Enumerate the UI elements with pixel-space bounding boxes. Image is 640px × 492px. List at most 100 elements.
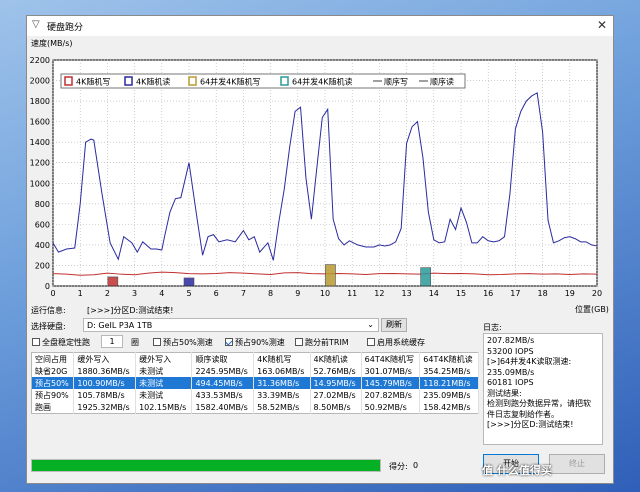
log-line: 件日志复制给作者。 xyxy=(487,409,559,419)
x-tick-label: 4 xyxy=(159,289,164,298)
x-tick-label: 3 xyxy=(132,289,137,298)
x-tick-label: 12 xyxy=(374,289,384,298)
table-cell: 163.06MB/s xyxy=(253,365,311,377)
table-cell: 1925.32MB/s xyxy=(73,401,137,414)
table-cell: 105.78MB/s xyxy=(73,389,137,401)
log-label: 日志: xyxy=(483,323,502,332)
table-row[interactable]: 跑画 1925.32MB/s 102.15MB/s 1582.40MB/s 58.52M… xyxy=(31,401,479,414)
x-tick-label: 10 xyxy=(320,289,330,298)
table-cell: 301.07MB/s xyxy=(361,365,421,377)
table-cell: 158.42MB/s xyxy=(419,401,479,414)
results-table: 空间占用 缓外写入 缓外写入 顺序读取 4K随机写 4K随机读 64T4K随机写 64T4K随… xyxy=(31,352,479,414)
cache-checkbox[interactable] xyxy=(367,338,375,346)
y-tick-label: 0 xyxy=(45,282,50,291)
x-tick-label: 1 xyxy=(78,289,83,298)
table-cell: 未测试 xyxy=(135,365,193,377)
full-stable-checkbox[interactable] xyxy=(32,338,40,346)
trim-checkbox[interactable] xyxy=(295,338,303,346)
score-label: 得分: xyxy=(389,462,408,471)
legend-swatch xyxy=(124,76,133,86)
chart-marker xyxy=(325,264,336,287)
legend-swatch xyxy=(188,76,197,86)
table-cell: 未测试 xyxy=(135,377,193,389)
rounds-input[interactable]: 1 xyxy=(101,335,123,348)
log-panel[interactable]: 207.82MB/s 53200 IOPS [>]64并发4K读取测速: 235.09… xyxy=(483,333,603,445)
table-cell: 14.95MB/s xyxy=(310,377,362,389)
x-tick-label: 6 xyxy=(214,289,219,298)
x-tick-label: 14 xyxy=(429,289,439,298)
pre50-checkbox[interactable] xyxy=(153,338,161,346)
table-header-cell: 缓外写入 xyxy=(135,352,193,365)
progress-bar xyxy=(31,459,381,472)
close-icon[interactable]: ✕ xyxy=(597,18,607,32)
refresh-button[interactable]: 刷新 xyxy=(381,318,407,332)
table-cell: 跑画 xyxy=(31,401,75,414)
table-cell: 354.25MB/s xyxy=(419,365,479,377)
y-tick-label: 1600 xyxy=(30,118,50,127)
progress-fill xyxy=(32,460,380,471)
table-row[interactable]: 缺省20G 1880.36MB/s 未测试 2245.95MB/s 163.06MB/s… xyxy=(31,365,479,377)
full-stable-label: 全盘稳定性跑 xyxy=(42,338,90,347)
y-tick-label: 600 xyxy=(35,220,50,229)
pre90-checkbox[interactable] xyxy=(225,338,233,346)
legend-label: 64并发4K随机读 xyxy=(292,77,353,87)
table-cell: 58.52MB/s xyxy=(253,401,311,414)
y-tick-label: 2200 xyxy=(30,56,50,65)
table-row[interactable]: 预占50% 100.90MB/s 未测试 494.45MB/s 31.36MB/s 14.… xyxy=(31,377,479,389)
rounds-unit: 圈 xyxy=(131,338,139,347)
table-header-cell: 64T4K随机写 xyxy=(361,352,421,365)
y-tick-label: 400 xyxy=(35,241,50,250)
x-tick-label: 9 xyxy=(295,289,300,298)
x-tick-label: 11 xyxy=(347,289,357,298)
title-bar: ▽ 硬盘跑分 ✕ xyxy=(27,16,613,36)
disk-select[interactable]: D: GeIL P3A 1TB ⌄ xyxy=(83,318,379,332)
log-line: 测试结果: xyxy=(487,388,522,398)
chart-marker xyxy=(420,267,431,287)
status-text: [>>>]分区D:测试结束! xyxy=(87,306,174,315)
log-line: 207.82MB/s xyxy=(487,336,535,345)
y-tick-label: 1200 xyxy=(30,159,50,168)
legend-swatch xyxy=(64,76,73,86)
disk-select-value: D: GeIL P3A 1TB xyxy=(87,321,153,330)
y-tick-label: 800 xyxy=(35,200,50,209)
table-cell: 494.45MB/s xyxy=(191,377,255,389)
chart-area: 速度(MB/s) 2200 2000 1800 1600 1400 1200 1000 800… xyxy=(27,36,613,314)
pre90-label: 预占90%测速 xyxy=(235,338,285,347)
table-header-cell: 4K随机读 xyxy=(310,352,362,365)
cache-label: 启用系统缓存 xyxy=(377,338,425,347)
status-label: 运行信息: xyxy=(31,306,66,315)
table-header-cell: 空间占用 xyxy=(31,352,75,365)
table-cell: 8.50MB/s xyxy=(310,401,362,414)
table-cell: 27.02MB/s xyxy=(310,389,362,401)
x-tick-label: 15 xyxy=(456,289,466,298)
table-header-row: 空间占用 缓外写入 缓外写入 顺序读取 4K随机写 4K随机读 64T4K随机写 64T4K随… xyxy=(31,352,479,365)
watermark: 值 什么值得买 xyxy=(482,464,552,477)
log-line: [>>>]分区D:测试结束! xyxy=(487,420,574,429)
app-icon: ▽ xyxy=(32,19,40,30)
app-window: ▽ 硬盘跑分 ✕ 速度(MB/s) 2200 2000 1800 1600 1400 12… xyxy=(26,15,614,484)
legend-label: 顺序写 xyxy=(384,77,408,87)
table-cell: 433.53MB/s xyxy=(191,389,255,401)
chart-marker xyxy=(107,276,119,287)
x-tick-label: 0 xyxy=(50,289,55,298)
y-tick-label: 200 xyxy=(35,261,50,270)
table-cell: 预占50% xyxy=(31,377,75,389)
table-cell: 31.36MB/s xyxy=(253,377,311,389)
table-cell: 207.82MB/s xyxy=(361,389,421,401)
table-header-cell: 顺序读取 xyxy=(191,352,255,365)
x-tick-label: 7 xyxy=(241,289,246,298)
table-header-cell: 4K随机写 xyxy=(253,352,311,365)
table-cell: 118.21MB/s xyxy=(419,377,479,389)
table-cell: 2245.95MB/s xyxy=(191,365,255,377)
table-cell: 102.15MB/s xyxy=(135,401,193,414)
table-row[interactable]: 预占90% 105.78MB/s 未测试 433.53MB/s 33.39MB/s 27.… xyxy=(31,389,479,401)
x-tick-label: 17 xyxy=(510,289,520,298)
window-title: 硬盘跑分 xyxy=(47,23,84,33)
stop-button[interactable]: 终止 xyxy=(549,454,605,474)
speed-chart: 2200200018001600140012001000800600400200… xyxy=(30,56,602,298)
table-cell: 预占90% xyxy=(31,389,75,401)
table-cell: 100.90MB/s xyxy=(73,377,137,389)
chart-legend: 4K随机写 4K随机读 64并发4K随机写 64并发4K随机读 顺序写 顺序读 xyxy=(60,73,466,89)
table-cell: 缺省20G xyxy=(31,365,75,377)
x-tick-label: 20 xyxy=(592,289,602,298)
